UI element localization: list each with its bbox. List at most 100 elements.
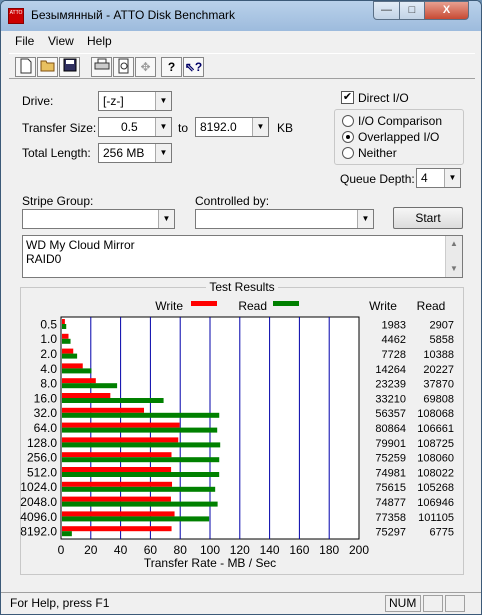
write-value: 74981 [375,467,406,479]
read-value: 20227 [423,364,454,376]
drive-select[interactable]: [-z-] ▼ [98,91,172,111]
read-value: 10388 [423,349,454,361]
read-value: 2907 [430,319,454,331]
controlled-by-select[interactable]: ▼ [195,209,374,229]
scroll-down-icon[interactable]: ▼ [446,261,462,277]
menu-view[interactable]: View [48,34,74,48]
neither-label: Neither [358,146,397,160]
new-icon[interactable] [15,57,36,77]
description-line-2: RAID0 [26,252,62,266]
io-comparison-label: I/O Comparison [358,114,443,128]
transfer-size-from-select[interactable]: 0.5 ▼ [98,117,172,137]
x-tick-label: 60 [144,543,158,557]
close-button[interactable]: X [424,1,469,20]
write-value: 56357 [375,408,406,420]
write-value: 75615 [375,482,406,494]
x-tick-label: 120 [230,543,250,557]
queue-depth-label: Queue Depth: [340,172,415,186]
y-tick-label: 0.5 [40,317,57,331]
chevron-down-icon[interactable]: ▼ [357,210,373,228]
write-bar [62,422,180,428]
chevron-down-icon[interactable]: ▼ [155,92,171,110]
queue-depth-select[interactable]: 4 ▼ [416,168,461,188]
write-value: 23239 [375,379,406,391]
scroll-up-icon[interactable]: ▲ [446,236,462,252]
write-bar [62,452,172,458]
description-textarea[interactable]: WD My Cloud Mirror RAID0 ▲ ▼ [22,235,463,278]
transfer-size-to-select[interactable]: 8192.0 ▼ [195,117,269,137]
title-bar[interactable]: ATTO Безымянный - ATTO Disk Benchmark — … [1,1,481,31]
atto-app-icon[interactable]: ATTO [8,8,24,24]
menu-help[interactable]: Help [87,34,112,48]
read-bar [62,412,220,418]
print-icon[interactable] [91,57,112,77]
write-bar [62,319,65,324]
status-text: For Help, press F1 [10,596,110,610]
scroll-lock-indicator [423,595,443,612]
chevron-down-icon[interactable]: ▼ [444,169,460,187]
context-help-icon[interactable]: ⇖? [183,57,204,77]
open-icon[interactable] [37,57,58,77]
read-value: 108068 [417,408,454,420]
read-value: 108060 [417,453,454,465]
maximize-button[interactable]: □ [399,1,425,20]
menu-file[interactable]: File [15,34,34,48]
write-value: 74877 [375,497,406,509]
move-icon[interactable]: ✥ [135,57,156,77]
write-bar [62,363,83,369]
stripe-group-label: Stripe Group: [22,194,94,208]
read-bar [62,324,67,329]
read-bar [62,353,78,359]
write-value: 75259 [375,453,406,465]
y-tick-label: 32.0 [34,406,58,420]
read-bar [62,472,220,477]
read-bar [62,383,118,389]
total-length-select[interactable]: 256 MB ▼ [98,143,172,163]
overlapped-io-radio[interactable] [342,131,354,143]
write-bar [62,333,69,339]
legend-read-label: Read [238,299,267,313]
y-tick-label: 16.0 [34,391,58,405]
y-tick-label: 1024.0 [20,480,57,494]
description-scrollbar[interactable]: ▲ ▼ [445,236,462,277]
transfer-size-label: Transfer Size: [22,121,97,135]
app-window: ATTO Безымянный - ATTO Disk Benchmark — … [0,0,482,615]
chevron-down-icon[interactable]: ▼ [155,144,171,162]
status-bar: For Help, press F1 NUM [1,592,481,614]
stripe-group-select[interactable]: ▼ [22,209,175,229]
help-icon[interactable]: ? [161,57,182,77]
write-bar [62,437,179,443]
x-tick-label: 40 [114,543,128,557]
direct-io-label: Direct I/O [358,91,409,105]
chevron-down-icon[interactable]: ▼ [252,118,268,136]
chevron-down-icon[interactable]: ▼ [155,118,171,136]
neither-radio[interactable] [342,147,354,159]
write-value: 14264 [375,364,406,376]
total-length-value: 256 MB [103,146,145,160]
legend-read-swatch [273,301,299,306]
x-tick-label: 20 [84,543,98,557]
chevron-down-icon[interactable]: ▼ [158,210,174,228]
io-comparison-radio[interactable] [342,115,354,127]
minimize-button[interactable]: — [373,1,400,20]
read-bar [62,531,72,537]
direct-io-checkbox[interactable]: ✔ [341,91,354,104]
to-label: to [178,121,189,135]
y-tick-label: 64.0 [34,421,58,435]
read-bar [62,398,164,403]
write-bar [62,481,173,487]
print-preview-icon[interactable] [113,57,134,77]
write-value: 7728 [382,349,406,361]
legend-write-swatch [191,301,217,306]
start-button[interactable]: Start [393,207,463,229]
y-tick-label: 8.0 [40,377,57,391]
write-column-header: Write [369,299,397,313]
read-bar [62,457,220,463]
x-tick-label: 140 [260,543,280,557]
drive-label: Drive: [22,94,54,108]
menu-bar: File View Help [9,32,475,50]
save-icon[interactable] [59,57,80,77]
read-value: 37870 [423,379,454,391]
controlled-by-label: Controlled by: [195,194,270,208]
io-mode-group: I/O Comparison Overlapped I/O Neither [334,109,464,165]
